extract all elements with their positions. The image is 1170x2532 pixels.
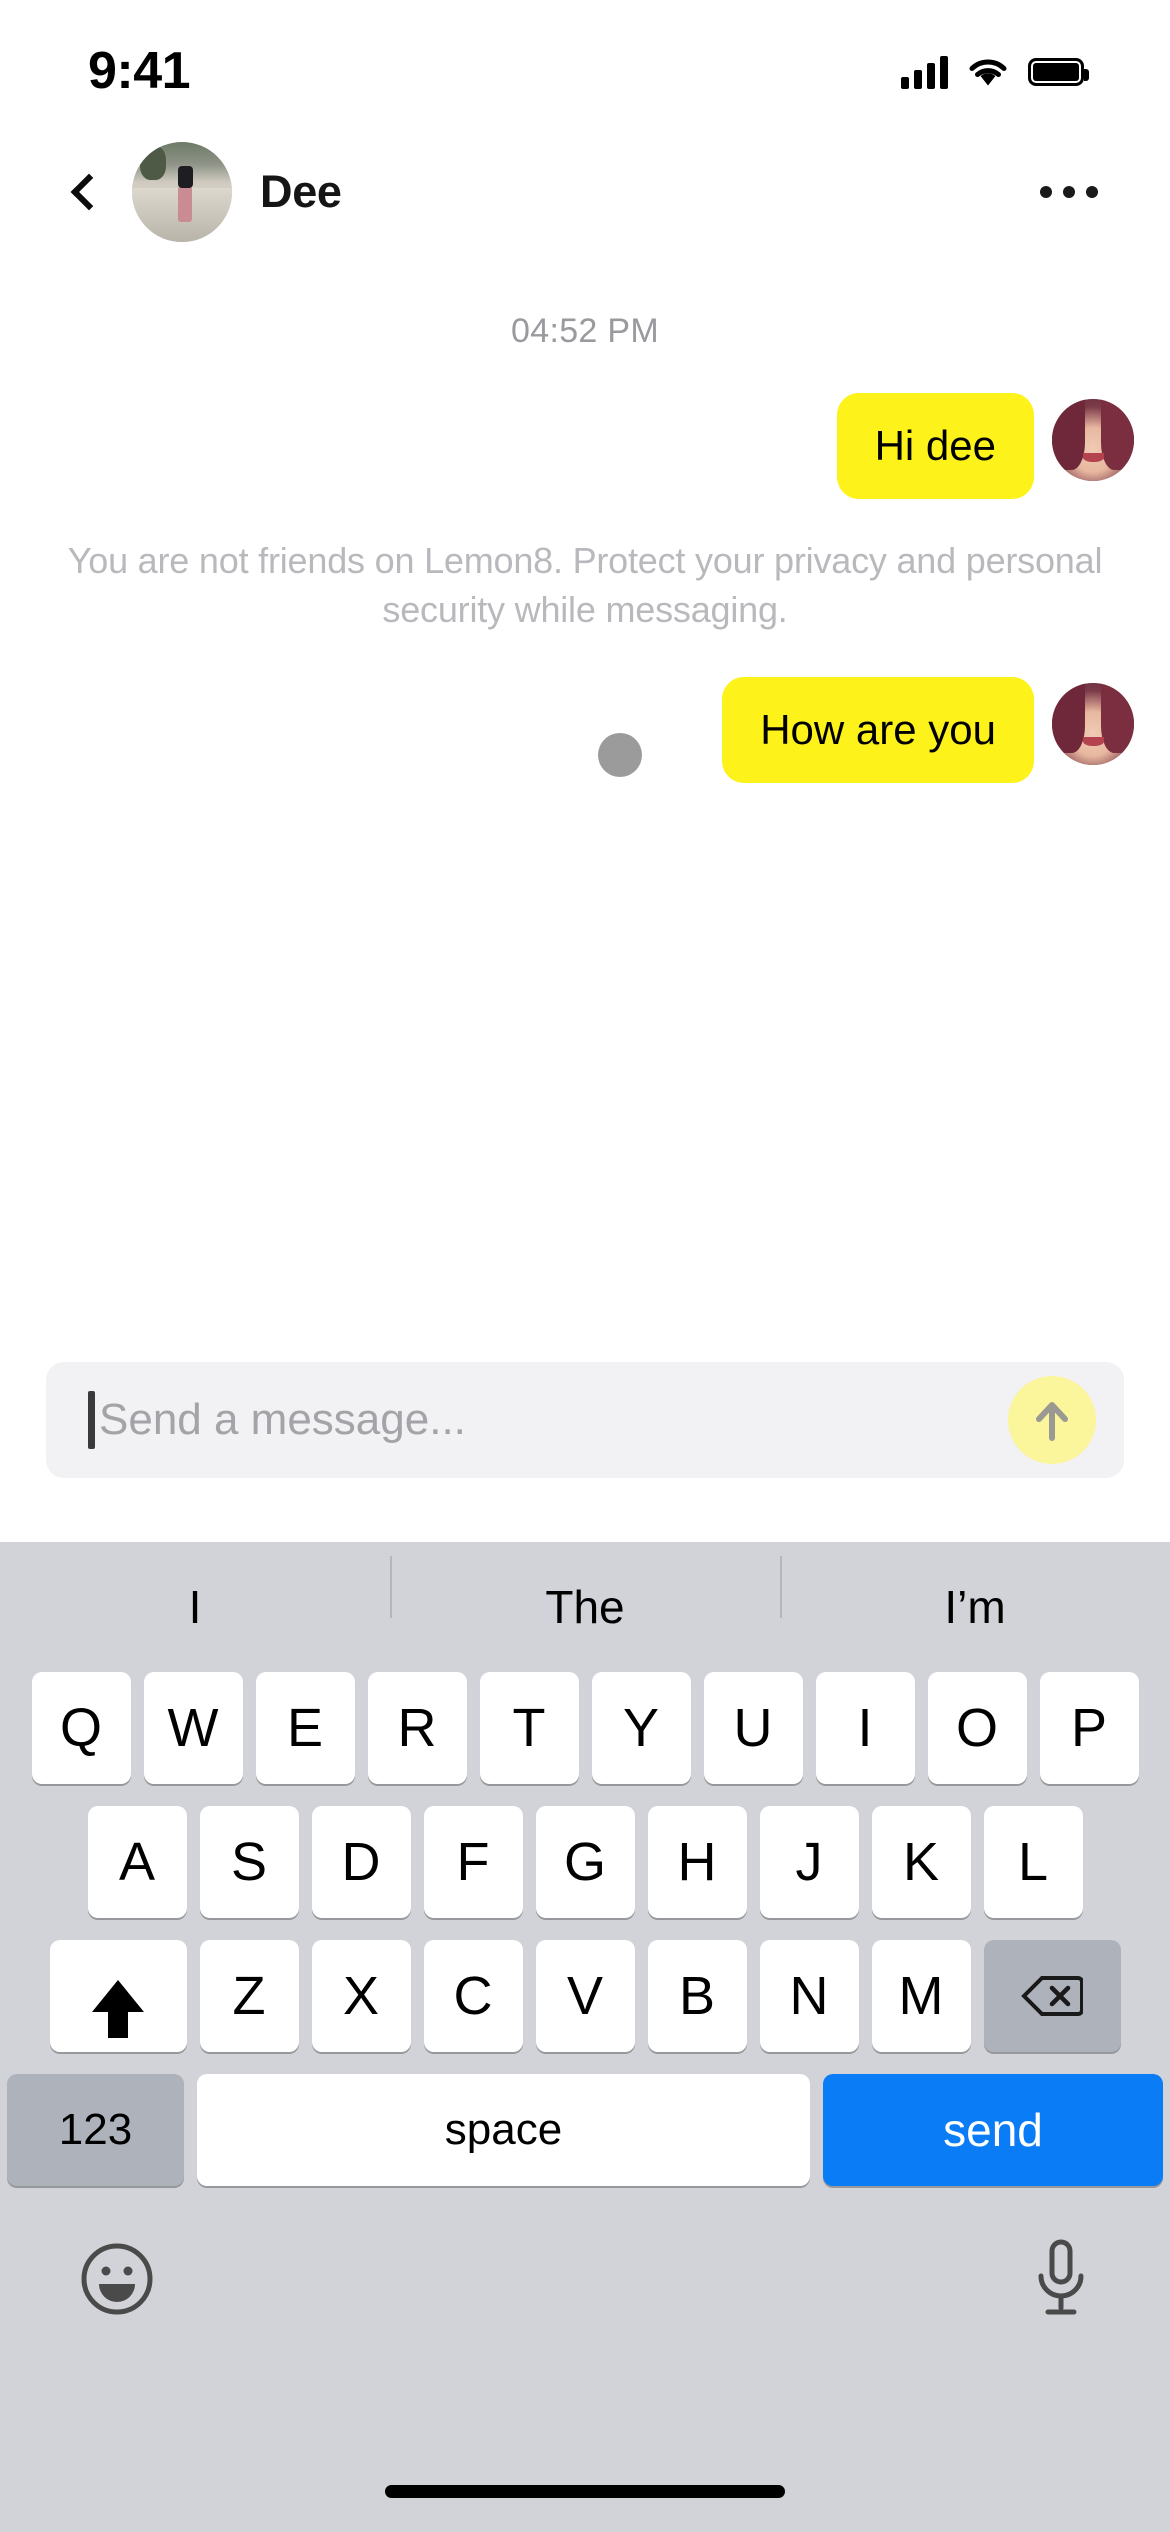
- key-i[interactable]: I: [815, 1672, 915, 1784]
- search-input[interactable]: Send a message...: [99, 1395, 1008, 1445]
- keyboard-row-4: 123 space send: [0, 2074, 1170, 2186]
- key-v[interactable]: V: [535, 1940, 635, 2052]
- suggestion-item[interactable]: I: [0, 1580, 390, 1634]
- privacy-notice: You are not friends on Lemon8. Protect y…: [67, 540, 1103, 630]
- key-k[interactable]: K: [871, 1806, 971, 1918]
- chat-header: Dee: [0, 132, 1170, 252]
- status-bar: 9:41: [0, 0, 1170, 132]
- key-l[interactable]: L: [983, 1806, 1083, 1918]
- key-a[interactable]: A: [87, 1806, 187, 1918]
- key-b[interactable]: B: [647, 1940, 747, 2052]
- message-row: Hi dee: [36, 393, 1134, 500]
- shift-key[interactable]: [49, 1940, 187, 2052]
- send-button[interactable]: [1008, 1376, 1096, 1464]
- signal-bars-icon: [901, 55, 948, 89]
- more-options-icon[interactable]: [1024, 157, 1114, 227]
- keyboard-row-3: Z X C V B N M: [0, 1940, 1170, 2052]
- peer-avatar[interactable]: [132, 142, 232, 242]
- keyboard-bottom-bar: [0, 2208, 1170, 2320]
- message-row: How are you: [36, 676, 1134, 783]
- key-d[interactable]: D: [311, 1806, 411, 1918]
- key-u[interactable]: U: [703, 1672, 803, 1784]
- key-g[interactable]: G: [535, 1806, 635, 1918]
- text-cursor: [88, 1391, 95, 1449]
- keyboard-row-1: Q W E R T Y U I O P: [0, 1672, 1170, 1784]
- key-q[interactable]: Q: [31, 1672, 131, 1784]
- wifi-icon: [969, 59, 1007, 86]
- key-y[interactable]: Y: [591, 1672, 691, 1784]
- keyboard-send-key[interactable]: send: [823, 2074, 1163, 2186]
- key-m[interactable]: M: [871, 1940, 971, 2052]
- avatar: [1052, 399, 1134, 481]
- key-e[interactable]: E: [255, 1672, 355, 1784]
- key-p[interactable]: P: [1039, 1672, 1139, 1784]
- microphone-icon[interactable]: [1030, 2238, 1092, 2320]
- key-r[interactable]: R: [367, 1672, 467, 1784]
- suggestion-item[interactable]: I’m: [780, 1556, 1170, 1634]
- message-composer[interactable]: Send a message...: [46, 1362, 1124, 1478]
- home-indicator: [385, 2485, 785, 2498]
- status-icons: [901, 55, 1089, 89]
- key-t[interactable]: T: [479, 1672, 579, 1784]
- key-s[interactable]: S: [199, 1806, 299, 1918]
- conversation-timestamp: 04:52 PM: [511, 312, 659, 350]
- key-z[interactable]: Z: [199, 1940, 299, 2052]
- backspace-delete-icon: [1021, 1976, 1083, 2016]
- status-time: 9:41: [88, 42, 191, 100]
- message-bubble[interactable]: How are you: [722, 676, 1034, 783]
- message-bubble[interactable]: Hi dee: [836, 393, 1034, 500]
- page-title: Dee: [260, 166, 342, 217]
- key-c[interactable]: C: [423, 1940, 523, 2052]
- suggestion-item[interactable]: The: [390, 1556, 780, 1634]
- space-key[interactable]: space: [197, 2074, 810, 2186]
- key-o[interactable]: O: [927, 1672, 1027, 1784]
- status-badge: [598, 732, 643, 777]
- numeric-key[interactable]: 123: [7, 2074, 184, 2186]
- back-button[interactable]: [50, 157, 120, 227]
- keyboard-row-2: A S D F G H J K L: [0, 1806, 1170, 1918]
- key-f[interactable]: F: [423, 1806, 523, 1918]
- shift-up-arrow-icon: [92, 1980, 144, 2038]
- delete-key[interactable]: [983, 1940, 1121, 2052]
- key-x[interactable]: X: [311, 1940, 411, 2052]
- key-n[interactable]: N: [759, 1940, 859, 2052]
- suggestion-bar: I The I’m: [0, 1542, 1170, 1672]
- message-list: 04:52 PM Hi dee You are not friends on L…: [0, 252, 1170, 1332]
- back-chevron-icon: [70, 173, 108, 211]
- battery-full-icon: [1028, 58, 1089, 86]
- key-w[interactable]: W: [143, 1672, 243, 1784]
- avatar: [1052, 682, 1134, 765]
- peer-avatar-image: [132, 142, 232, 242]
- key-h[interactable]: H: [647, 1806, 747, 1918]
- emoji-smiley-icon[interactable]: [78, 2240, 156, 2318]
- chat-screen: 9:41 Dee 04:52 PM Hi dee You are not fri…: [0, 0, 1170, 2532]
- send-arrow-up-icon: [1036, 1402, 1068, 1441]
- key-j[interactable]: J: [759, 1806, 859, 1918]
- virtual-keyboard: I The I’m Q W E R T Y U I O P A S D F G …: [0, 1542, 1170, 2532]
